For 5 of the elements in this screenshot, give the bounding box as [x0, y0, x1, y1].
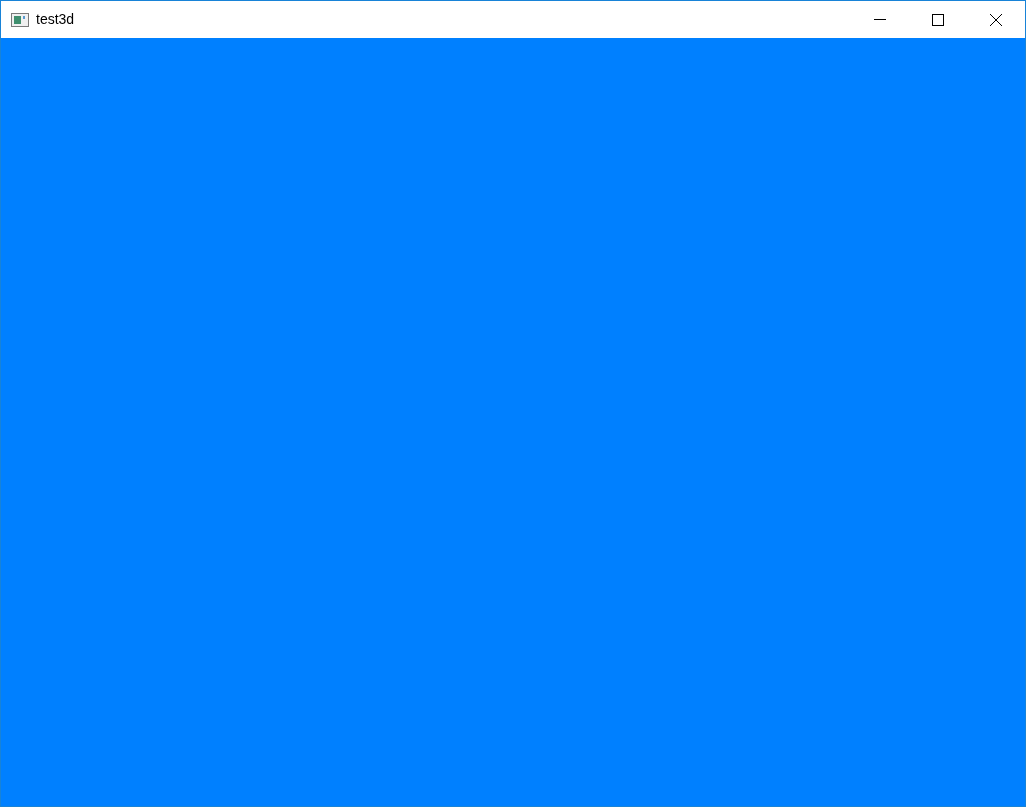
- close-icon: [990, 13, 1002, 26]
- maximize-icon: [932, 13, 944, 26]
- window-title: test3d: [36, 10, 75, 29]
- app-icon: [11, 12, 29, 27]
- minimize-icon: [874, 19, 886, 20]
